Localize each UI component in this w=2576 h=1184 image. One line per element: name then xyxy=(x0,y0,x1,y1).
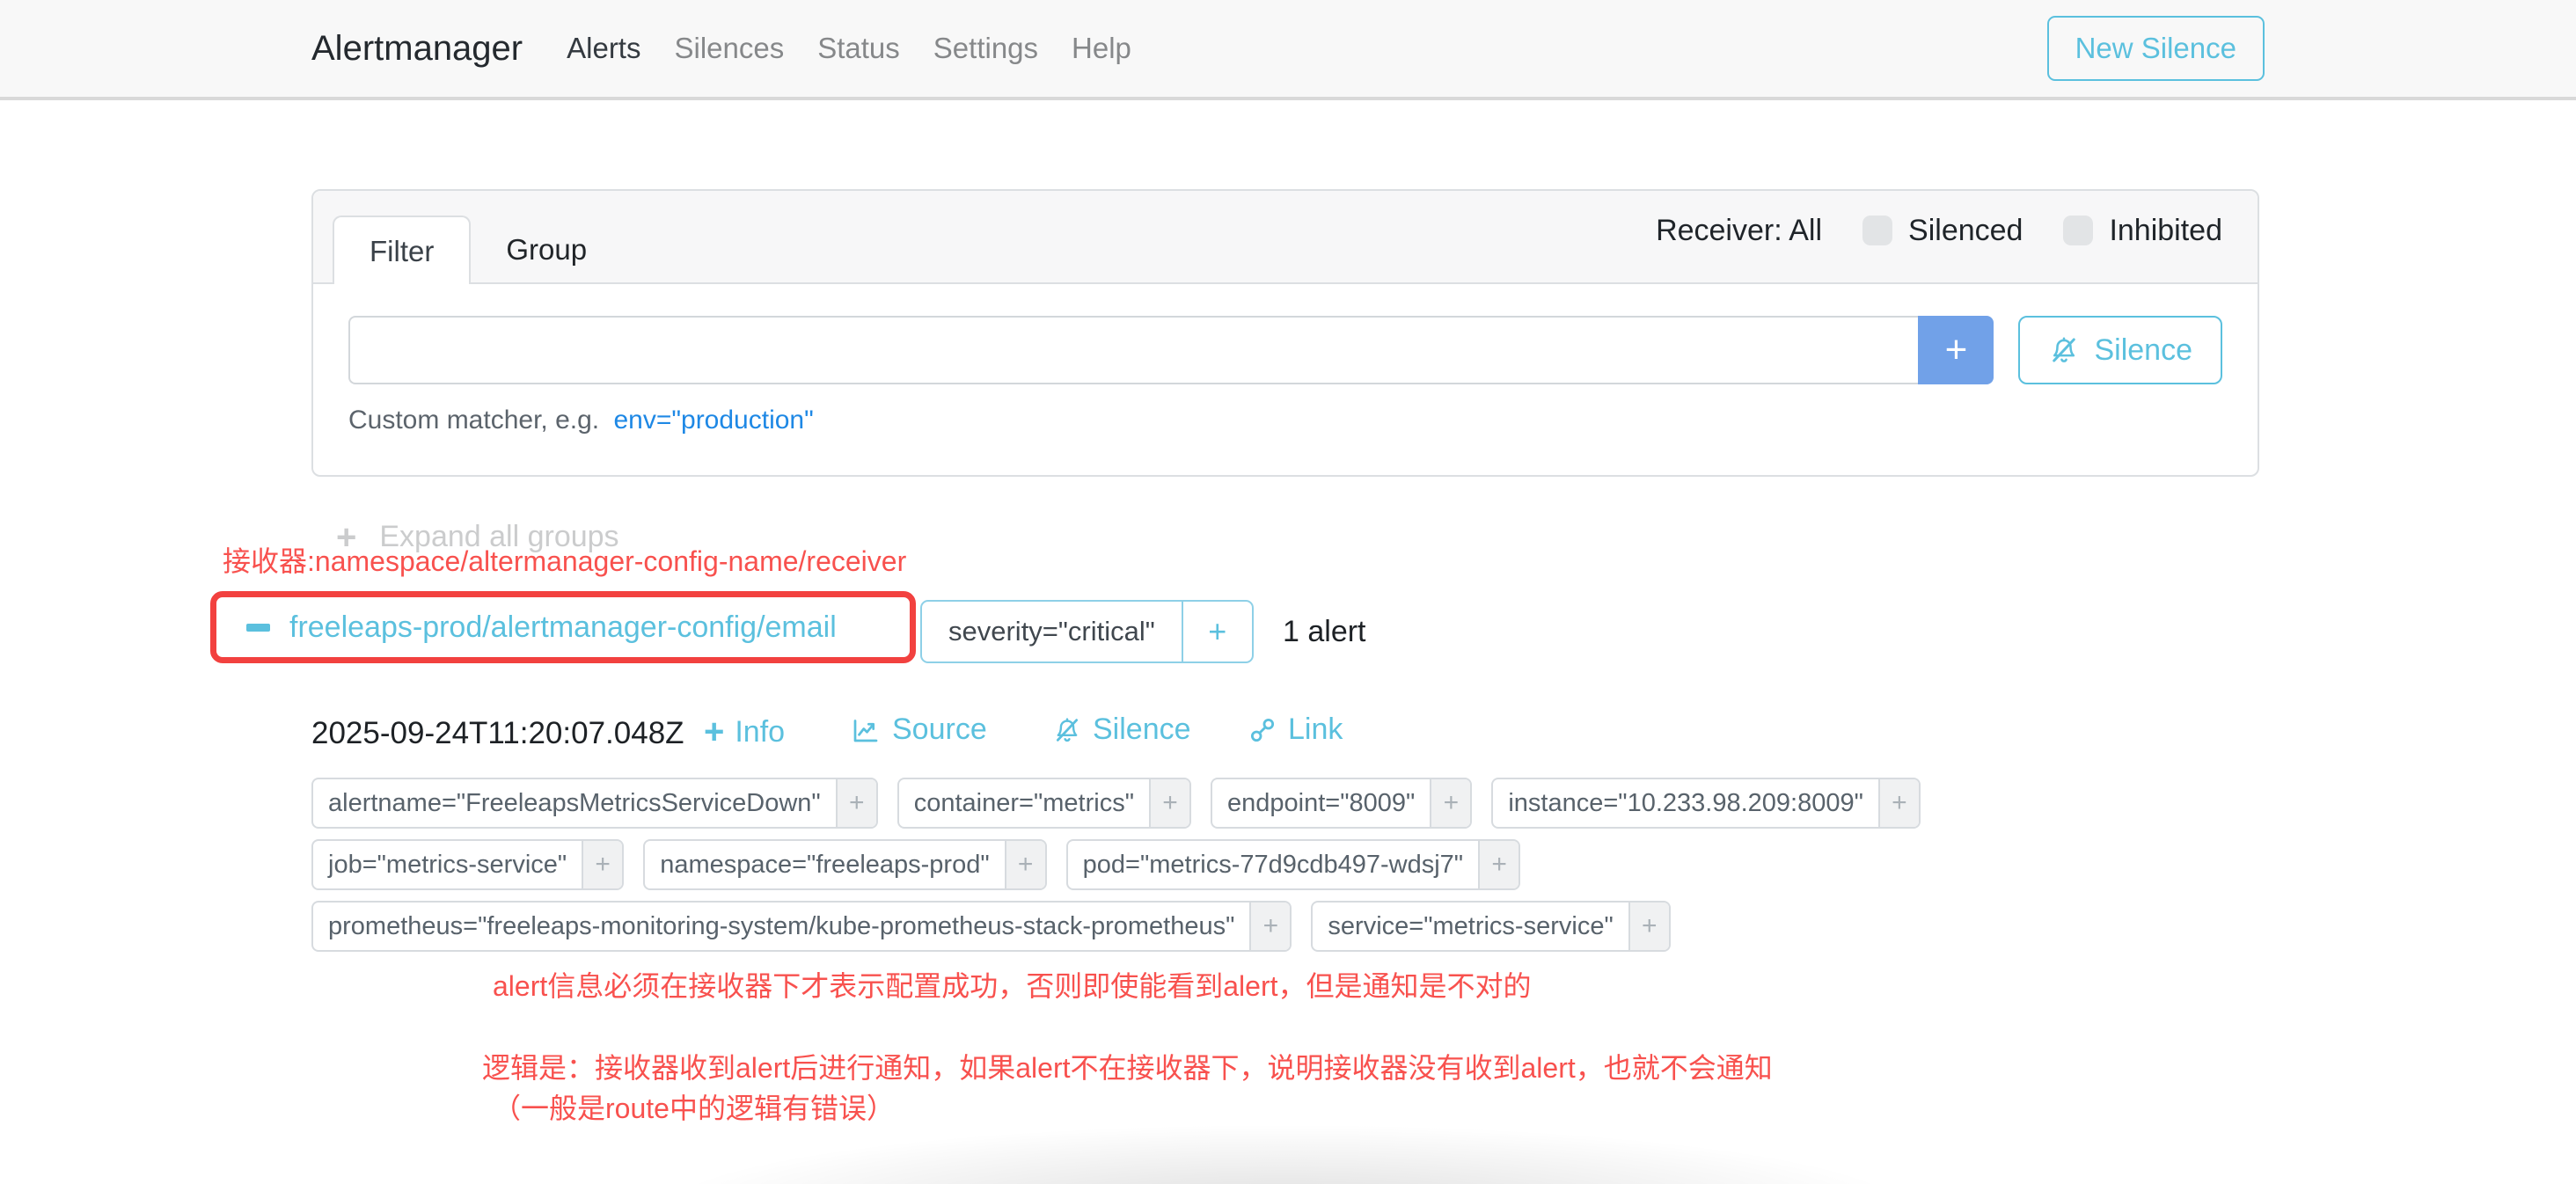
nav-link-status[interactable]: Status xyxy=(817,32,900,65)
alert-labels: alertname="FreeleapsMetricsServiceDown" … xyxy=(311,778,2133,962)
info-action-label: Info xyxy=(735,715,785,749)
silence-button-label: Silence xyxy=(2094,333,2192,368)
nav-link-silences[interactable]: Silences xyxy=(674,32,784,65)
group-matcher-text: severity="critical" xyxy=(922,602,1182,661)
label-tag-text: endpoint="8009" xyxy=(1212,779,1430,827)
tab-group[interactable]: Group xyxy=(471,216,622,284)
new-silence-button[interactable]: New Silence xyxy=(2047,16,2265,81)
label-tag-text: pod="metrics-77d9cdb497-wdsj7" xyxy=(1068,841,1478,888)
bell-slash-icon xyxy=(1052,715,1082,745)
matcher-hint: Custom matcher, e.g. env="production" xyxy=(348,406,2222,435)
label-tag-add-button[interactable]: + xyxy=(1149,779,1189,827)
tab-filter[interactable]: Filter xyxy=(333,216,471,284)
label-tag-add-button[interactable]: + xyxy=(836,779,876,827)
filter-panel-body: + Silence Custom matcher, e.g. env="prod… xyxy=(313,284,2258,435)
label-tag-alertname: alertname="FreeleapsMetricsServiceDown" … xyxy=(311,778,878,829)
nav-links: Alerts Silences Status Settings Help xyxy=(567,32,1131,65)
label-tag-text: namespace="freeleaps-prod" xyxy=(645,841,1004,888)
alertmanager-page: Alertmanager Alerts Silences Status Sett… xyxy=(0,0,2576,1184)
receiver-group-toggle[interactable]: freeleaps-prod/alertmanager-config/email xyxy=(246,610,837,645)
label-tag-prometheus: prometheus="freeleaps-monitoring-system/… xyxy=(311,901,1292,952)
label-tag-add-button[interactable]: + xyxy=(1478,841,1519,888)
filter-panel: Filter Group Receiver: All Silenced Inhi… xyxy=(311,189,2259,477)
nav-link-alerts[interactable]: Alerts xyxy=(567,32,640,65)
collapse-minus-icon xyxy=(246,624,270,632)
app-brand[interactable]: Alertmanager xyxy=(311,29,523,69)
chain-link-icon xyxy=(1248,715,1277,745)
label-tag-instance: instance="10.233.98.209:8009" + xyxy=(1491,778,1921,829)
label-tag-text: alertname="FreeleapsMetricsServiceDown" xyxy=(313,779,836,827)
silenced-checkbox[interactable] xyxy=(1862,216,1892,245)
alert-action-link[interactable]: Link xyxy=(1248,713,1343,747)
hint-example-link[interactable]: env="production" xyxy=(613,406,813,435)
alert-count: 1 alert xyxy=(1283,600,1366,663)
label-tag-job: job="metrics-service" + xyxy=(311,839,624,890)
label-tag-add-button[interactable]: + xyxy=(1430,779,1470,827)
hint-prefix: Custom matcher, e.g. xyxy=(348,406,599,435)
label-tag-add-button[interactable]: + xyxy=(1249,903,1290,950)
nav-link-help[interactable]: Help xyxy=(1072,32,1131,65)
label-row: alertname="FreeleapsMetricsServiceDown" … xyxy=(311,778,2133,829)
label-tag-text: service="metrics-service" xyxy=(1313,903,1628,950)
annotation-logic-note-2: （一般是route中的逻辑有错误） xyxy=(493,1090,895,1128)
alert-timestamp: 2025-09-24T11:20:07.048Z xyxy=(311,716,684,751)
label-tag-text: prometheus="freeleaps-monitoring-system/… xyxy=(313,903,1249,950)
label-tag-add-button[interactable]: + xyxy=(1878,779,1919,827)
inhibited-checkbox-group[interactable]: Inhibited xyxy=(2063,214,2222,248)
annotation-logic-note: 逻辑是：接收器收到alert后进行通知，如果alert不在接收器下，说明接收器没… xyxy=(482,1049,1773,1087)
label-tag-text: instance="10.233.98.209:8009" xyxy=(1493,779,1878,827)
label-tag-text: container="metrics" xyxy=(899,779,1149,827)
silence-button[interactable]: Silence xyxy=(2018,316,2222,384)
label-tag-add-button[interactable]: + xyxy=(1005,841,1045,888)
silenced-checkbox-label[interactable]: Silenced xyxy=(1908,214,2023,248)
receiver-group-name: freeleaps-prod/alertmanager-config/email xyxy=(289,610,837,645)
label-tag-add-button[interactable]: + xyxy=(582,841,622,888)
matcher-row: + Silence xyxy=(348,316,2222,384)
filter-panel-header: Filter Group Receiver: All Silenced Inhi… xyxy=(313,191,2258,284)
silence-action-label: Silence xyxy=(1093,713,1191,747)
inhibited-checkbox[interactable] xyxy=(2063,216,2093,245)
panel-tabs: Filter Group xyxy=(333,216,622,284)
add-matcher-button[interactable]: + xyxy=(1918,316,1994,384)
label-tag-service: service="metrics-service" + xyxy=(1311,901,1670,952)
group-matcher-chip: severity="critical" + xyxy=(920,600,1254,663)
alert-action-source[interactable]: Source xyxy=(850,713,987,747)
alert-action-silence[interactable]: Silence xyxy=(1052,713,1191,747)
label-tag-text: job="metrics-service" xyxy=(313,841,582,888)
label-tag-namespace: namespace="freeleaps-prod" + xyxy=(643,839,1046,890)
nav-link-settings[interactable]: Settings xyxy=(933,32,1038,65)
annotation-red-box: freeleaps-prod/alertmanager-config/email xyxy=(210,591,916,663)
annotation-receiver-note: 接收器:namespace/altermanager-config-name/r… xyxy=(223,543,906,581)
annotation-alert-note: alert信息必须在接收器下才表示配置成功，否则即使能看到alert，但是通知是… xyxy=(493,968,1532,1005)
silenced-checkbox-group[interactable]: Silenced xyxy=(1862,214,2023,248)
bell-slash-icon xyxy=(2048,334,2080,366)
alert-action-info[interactable]: + Info xyxy=(704,713,785,752)
chart-line-icon xyxy=(850,714,882,746)
navbar: Alertmanager Alerts Silences Status Sett… xyxy=(0,0,2576,100)
label-row: job="metrics-service" + namespace="freel… xyxy=(311,839,2133,890)
label-tag-add-button[interactable]: + xyxy=(1628,903,1669,950)
group-matcher-add-button[interactable]: + xyxy=(1182,602,1252,661)
receiver-filter-label[interactable]: Receiver: All xyxy=(1656,214,1822,248)
label-tag-endpoint: endpoint="8009" + xyxy=(1211,778,1472,829)
info-plus-icon: + xyxy=(704,713,724,752)
label-tag-pod: pod="metrics-77d9cdb497-wdsj7" + xyxy=(1066,839,1520,890)
inhibited-checkbox-label[interactable]: Inhibited xyxy=(2109,214,2222,248)
label-row: prometheus="freeleaps-monitoring-system/… xyxy=(311,901,2133,952)
label-tag-container: container="metrics" + xyxy=(897,778,1191,829)
source-action-label: Source xyxy=(892,713,987,747)
link-action-label: Link xyxy=(1288,713,1343,747)
matcher-input[interactable] xyxy=(348,316,1918,384)
filter-options: Receiver: All Silenced Inhibited xyxy=(1656,214,2222,248)
matcher-input-group: + xyxy=(348,316,1994,384)
